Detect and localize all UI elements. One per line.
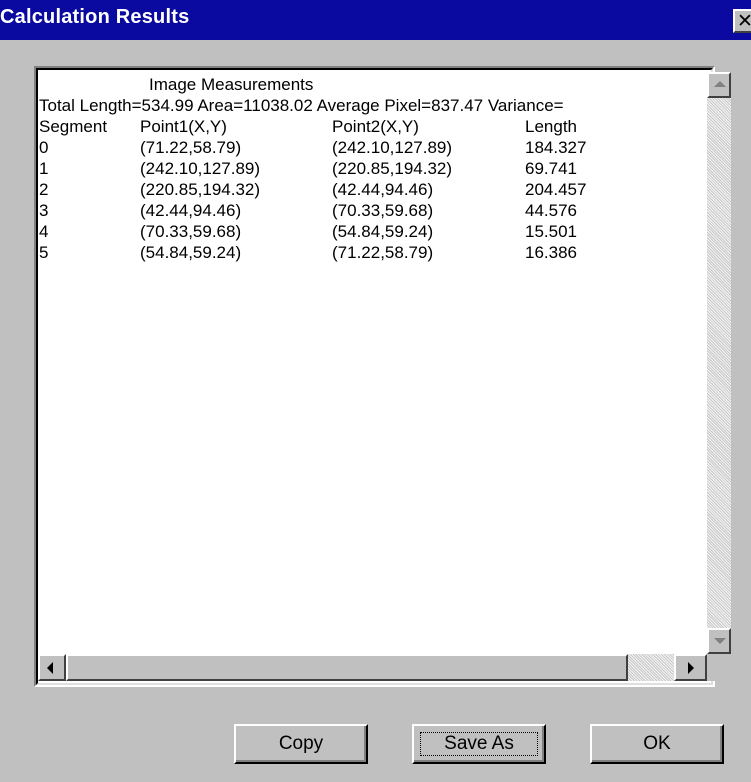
scroll-left-arrow-icon [47, 662, 53, 674]
column-header-point1: Point1(X,Y) [140, 117, 227, 136]
focus-rectangle [420, 732, 538, 756]
close-button[interactable]: ✕ [733, 9, 751, 33]
length-cell: 15.501 [525, 222, 577, 241]
horizontal-scroll-thumb[interactable] [66, 654, 628, 681]
segment-cell: 5 [39, 243, 49, 262]
scroll-left-button[interactable] [38, 654, 66, 681]
column-header-point2: Point2(X,Y) [332, 117, 419, 136]
results-summary: Total Length=534.99 Area=11038.02 Averag… [39, 96, 564, 115]
copy-button-label: Copy [278, 733, 324, 754]
segment-cell: 4 [39, 222, 49, 241]
close-icon: ✕ [737, 10, 751, 32]
ok-button-label: OK [643, 733, 671, 754]
segment-cell: 3 [39, 201, 49, 220]
copy-button[interactable]: Copy [234, 724, 368, 764]
point1-cell: (71.22,58.79) [140, 138, 242, 157]
point2-cell: (220.85,194.32) [332, 159, 453, 178]
horizontal-scrollbar[interactable] [38, 654, 707, 681]
scroll-down-button[interactable] [707, 628, 731, 654]
point1-cell: (42.44,94.46) [140, 201, 242, 220]
scroll-up-arrow-icon [714, 81, 726, 87]
segment-cell: 2 [39, 180, 49, 199]
length-cell: 44.576 [525, 201, 577, 220]
point2-cell: (71.22,58.79) [332, 243, 434, 262]
point2-cell: (42.44,94.46) [332, 180, 434, 199]
scroll-down-arrow-icon [714, 638, 726, 644]
point1-cell: (220.85,194.32) [140, 180, 261, 199]
length-cell: 204.457 [525, 180, 587, 199]
length-cell: 184.327 [525, 138, 587, 157]
title-bar: Calculation Results ✕ [0, 0, 751, 40]
column-header-length: Length [525, 117, 577, 136]
scrollbar-corner [707, 654, 731, 681]
point2-cell: (70.33,59.68) [332, 201, 434, 220]
horizontal-scroll-track[interactable] [628, 654, 674, 681]
scroll-right-button[interactable] [674, 654, 707, 681]
length-cell: 69.741 [525, 159, 577, 178]
results-panel: Image Measurements Total Length=534.99 A… [34, 66, 731, 687]
segment-cell: 1 [39, 159, 49, 178]
scroll-right-arrow-icon [688, 662, 694, 674]
ok-button[interactable]: OK [590, 724, 724, 764]
results-heading: Image Measurements [149, 75, 314, 94]
save-as-button[interactable]: Save As [412, 724, 546, 764]
segment-cell: 0 [39, 138, 49, 157]
column-header-segment: Segment [39, 117, 108, 136]
results-textbox[interactable]: Image Measurements Total Length=534.99 A… [36, 68, 731, 685]
point1-cell: (54.84,59.24) [140, 243, 242, 262]
point2-cell: (54.84,59.24) [332, 222, 434, 241]
length-cell: 16.386 [525, 243, 577, 262]
point1-cell: (242.10,127.89) [140, 159, 261, 178]
window-title: Calculation Results [0, 6, 190, 28]
results-text-area[interactable]: Image Measurements Total Length=534.99 A… [39, 74, 707, 652]
point1-cell: (70.33,59.68) [140, 222, 242, 241]
scroll-up-button[interactable] [707, 72, 731, 98]
vertical-scrollbar[interactable] [707, 72, 731, 654]
point2-cell: (242.10,127.89) [332, 138, 453, 157]
